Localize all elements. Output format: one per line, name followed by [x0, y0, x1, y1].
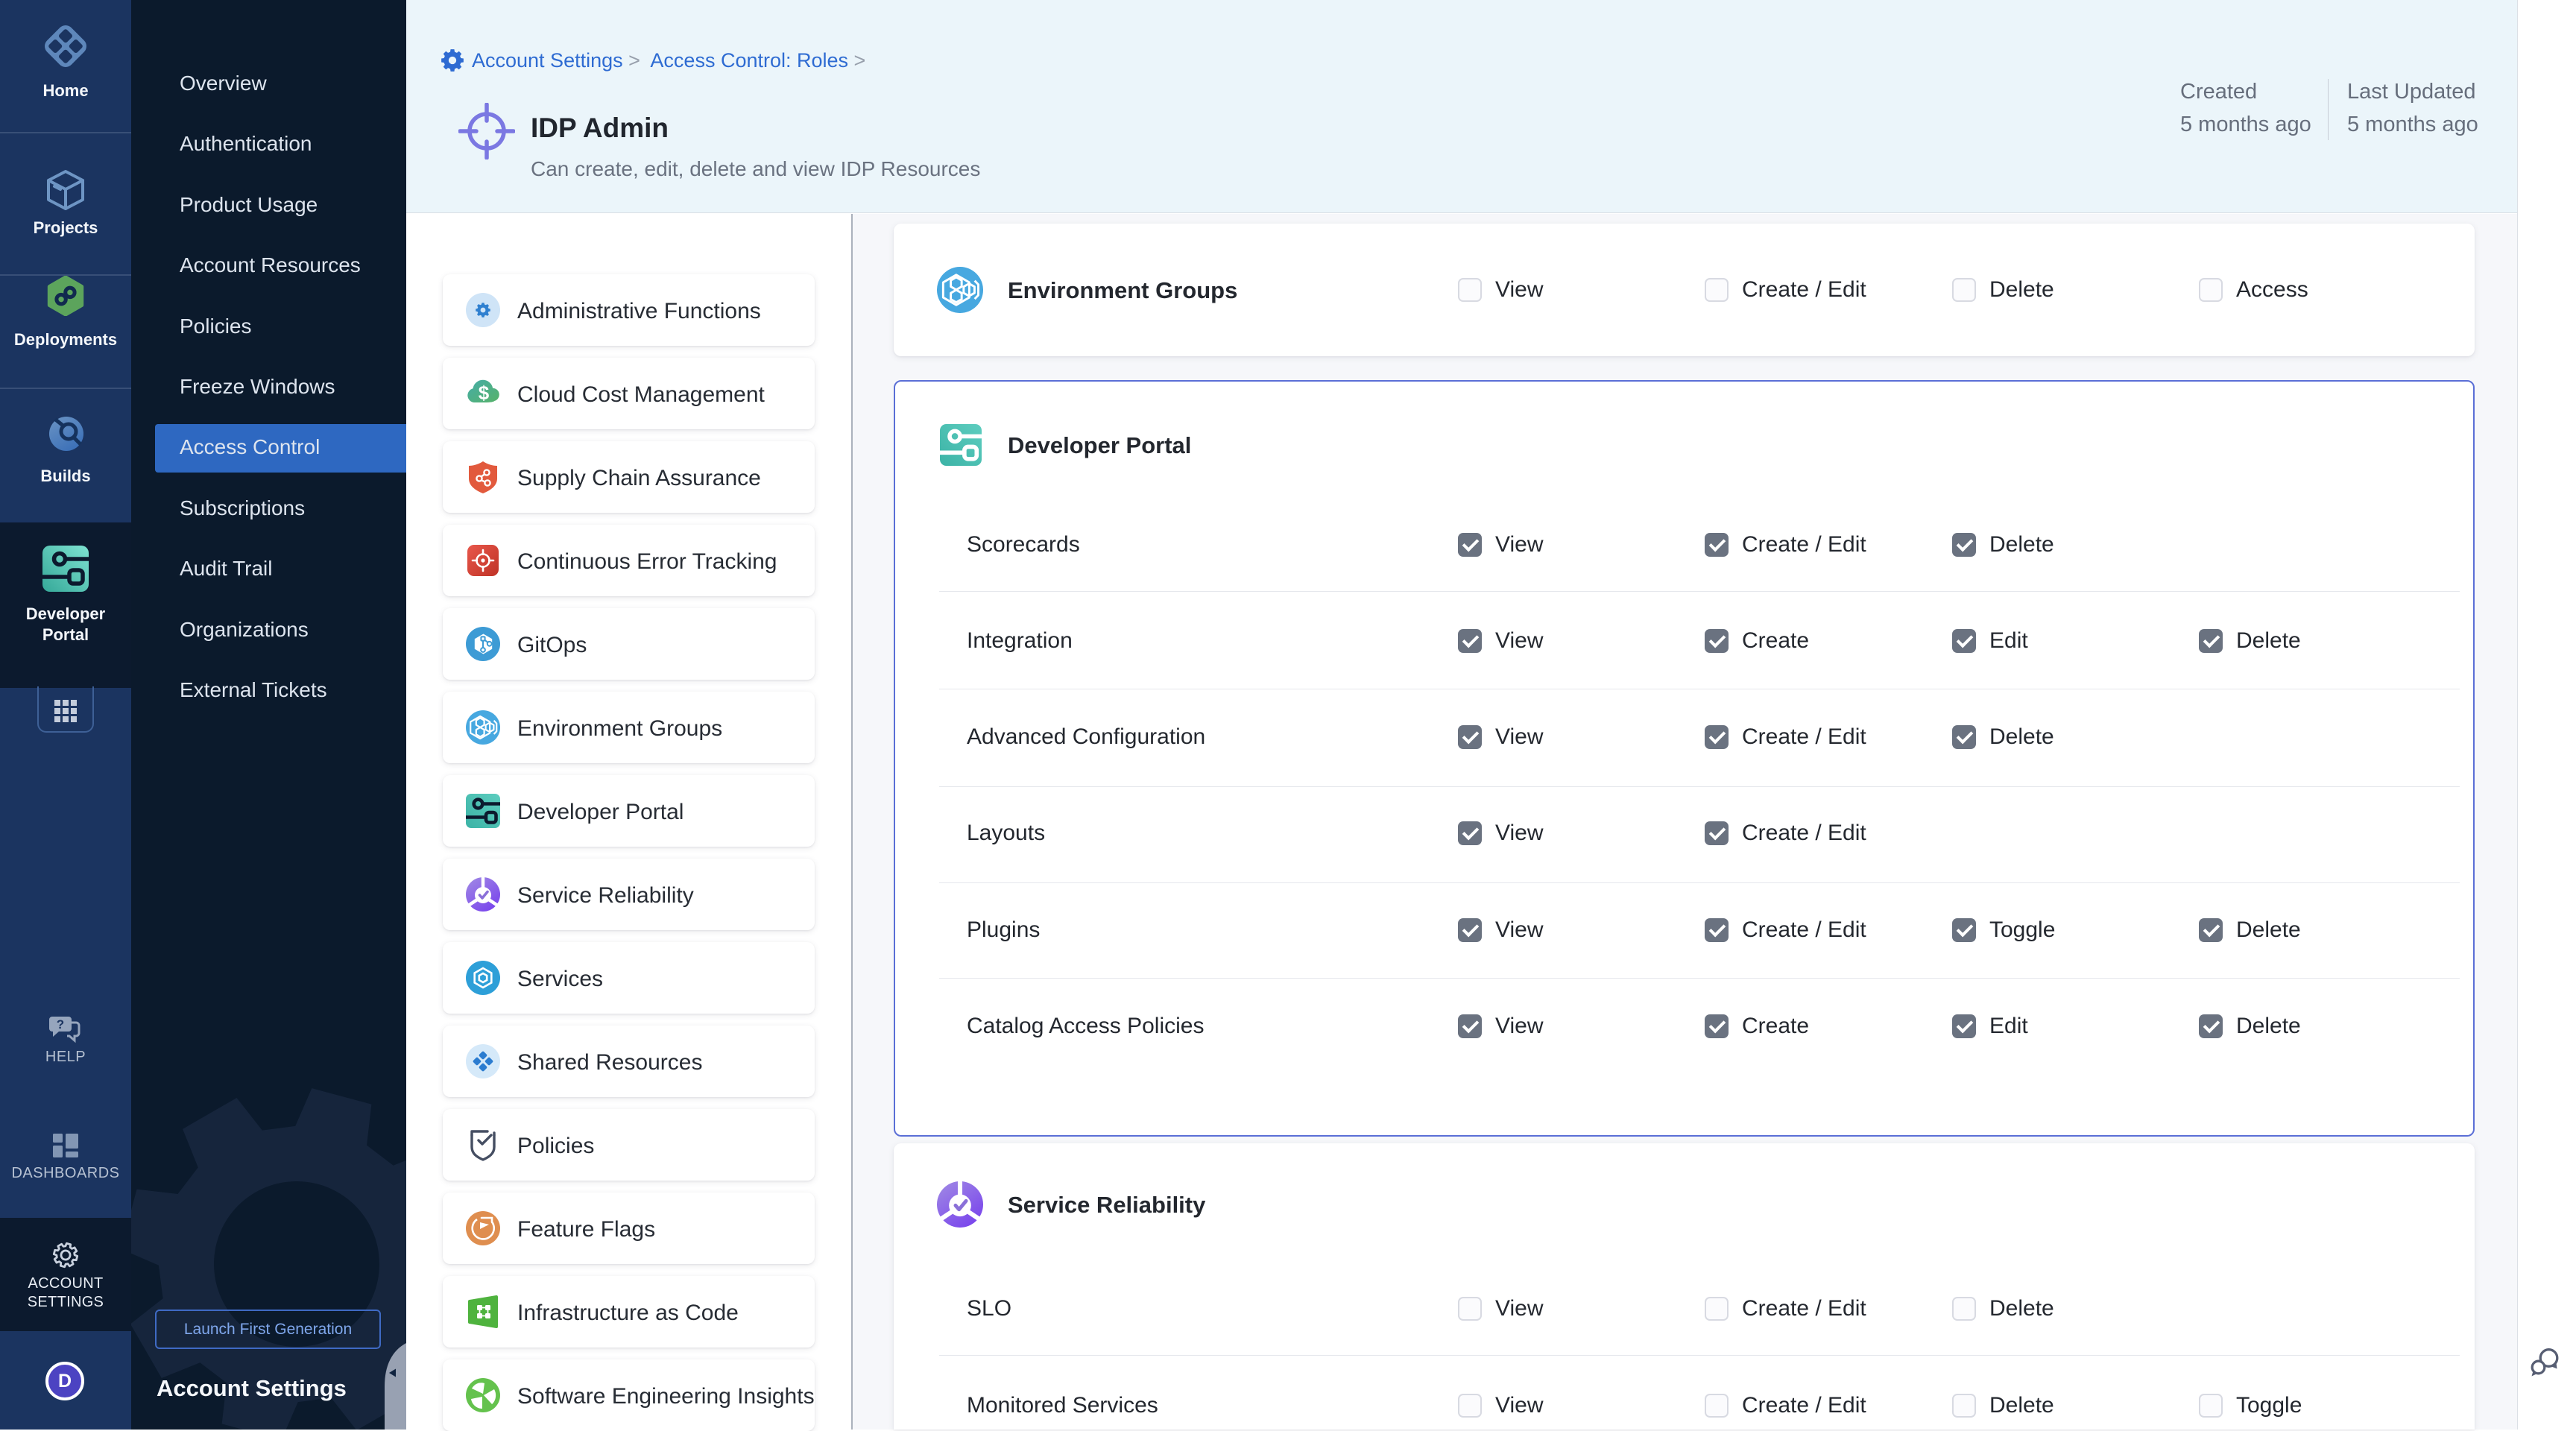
svg-text:$: $: [479, 382, 490, 404]
svg-text:?: ?: [57, 1017, 64, 1032]
